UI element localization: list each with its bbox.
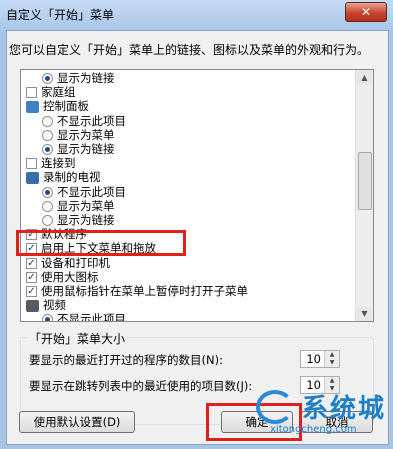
checkbox[interactable] bbox=[26, 87, 37, 99]
list-item[interactable]: 显示为链接 bbox=[42, 142, 115, 157]
jumplist-items-label: 要显示在跳转列表中的最近使用的项目数(J): bbox=[29, 379, 253, 393]
list-item[interactable]: ✓ 使用鼠标指针在菜单上暂停时打开子菜单 bbox=[26, 284, 248, 299]
checkbox[interactable]: ✓ bbox=[26, 257, 37, 269]
watermark-url: xitongcheng.com bbox=[270, 424, 357, 435]
list-item[interactable]: 录制的电视 bbox=[26, 170, 101, 185]
list-item-label: 设备和打印机 bbox=[41, 255, 110, 270]
radio-button[interactable] bbox=[42, 144, 53, 155]
highlight-box-context-menu bbox=[16, 230, 186, 256]
recent-programs-label: 要显示的最近打开过的程序的数目(N): bbox=[29, 353, 223, 367]
radio-button[interactable] bbox=[42, 200, 53, 212]
list-item-label: 显示为链接 bbox=[57, 71, 115, 85]
list-item[interactable]: ✓ 设备和打印机 bbox=[26, 256, 110, 271]
radio-button[interactable] bbox=[42, 115, 53, 127]
radio-button[interactable] bbox=[42, 129, 53, 141]
options-list: 显示为链接 家庭组 控制面板 不显示此项目 显示为菜单 显示为链接 连接到 录制的电视 不显示此… bbox=[21, 70, 354, 321]
checkbox[interactable]: ✓ bbox=[26, 271, 37, 283]
radio-button[interactable] bbox=[42, 314, 53, 321]
list-item[interactable]: 显示为链接 bbox=[42, 213, 115, 228]
list-item[interactable]: 视频 bbox=[26, 298, 66, 313]
list-item-label: 连接到 bbox=[41, 156, 76, 171]
watermark-brand: 系统城 bbox=[302, 394, 387, 424]
list-item[interactable]: 家庭组 bbox=[26, 85, 76, 100]
group-title: 「开始」菜单大小 bbox=[27, 330, 128, 347]
radio-button[interactable] bbox=[42, 186, 53, 198]
window-title: 自定义「开始」菜单 bbox=[6, 8, 115, 22]
list-item[interactable]: 不显示此项目 bbox=[42, 312, 126, 322]
description-text: 您可以自定义「开始」菜单上的链接、图标以及菜单的外观和行为。 bbox=[9, 43, 370, 57]
video-icon bbox=[26, 299, 39, 312]
list-item[interactable]: 控制面板 bbox=[26, 99, 89, 114]
list-item-label: 使用大图标 bbox=[41, 269, 99, 284]
list-item-label: 显示为链接 bbox=[57, 213, 115, 227]
listbox-scrollbar[interactable]: ▲ ▼ bbox=[355, 70, 373, 321]
list-item[interactable]: 显示为链接 bbox=[42, 71, 115, 86]
list-item-label: 家庭组 bbox=[41, 85, 76, 100]
swirl-logo-icon bbox=[256, 390, 294, 424]
use-default-settings-button[interactable]: 使用默认设置(D) bbox=[19, 411, 135, 433]
checkbox[interactable] bbox=[26, 158, 37, 170]
list-item-label: 显示为链接 bbox=[57, 142, 115, 156]
options-listbox[interactable]: 显示为链接 家庭组 控制面板 不显示此项目 显示为菜单 显示为链接 连接到 录制的电视 不显示此… bbox=[20, 69, 374, 322]
close-button[interactable]: ✕ bbox=[345, 2, 387, 22]
radio-button[interactable] bbox=[42, 215, 53, 226]
list-item[interactable]: 连接到 bbox=[26, 156, 76, 171]
list-item[interactable]: 显示为菜单 bbox=[42, 128, 115, 143]
spin-down-icon[interactable]: ▼ bbox=[324, 359, 339, 367]
list-item[interactable]: 不显示此项目 bbox=[42, 185, 126, 200]
list-item[interactable]: 不显示此项目 bbox=[42, 114, 126, 129]
close-icon: ✕ bbox=[360, 5, 372, 19]
control-panel-icon bbox=[26, 100, 39, 113]
watermark-logo: 系统城 xitongcheng.com bbox=[244, 384, 391, 446]
list-item-label: 控制面板 bbox=[43, 99, 89, 114]
recent-programs-value[interactable]: 10 bbox=[306, 352, 321, 366]
title-bar: 自定义「开始」菜单 ✕ bbox=[0, 0, 393, 30]
checkbox[interactable]: ✓ bbox=[26, 286, 37, 297]
list-item-label: 显示为菜单 bbox=[57, 198, 115, 213]
scroll-down-icon[interactable]: ▼ bbox=[357, 306, 372, 321]
list-item-label: 不显示此项目 bbox=[57, 184, 126, 199]
list-item-label: 不显示此项目 bbox=[57, 312, 126, 322]
recorded-tv-icon bbox=[26, 171, 39, 184]
list-item-label: 录制的电视 bbox=[43, 170, 101, 185]
scroll-up-icon[interactable]: ▲ bbox=[357, 70, 372, 85]
radio-button[interactable] bbox=[42, 73, 53, 84]
list-item-label: 不显示此项目 bbox=[57, 113, 126, 128]
scroll-thumb[interactable] bbox=[358, 152, 372, 210]
list-item-label: 显示为菜单 bbox=[57, 127, 115, 142]
list-item[interactable]: ✓ 使用大图标 bbox=[26, 270, 99, 285]
recent-programs-spinner[interactable]: 10 ▲ ▼ bbox=[300, 350, 340, 368]
list-item[interactable]: 显示为菜单 bbox=[42, 199, 115, 214]
list-item-label: 使用鼠标指针在菜单上暂停时打开子菜单 bbox=[41, 284, 248, 298]
list-item-label: 视频 bbox=[43, 298, 66, 313]
